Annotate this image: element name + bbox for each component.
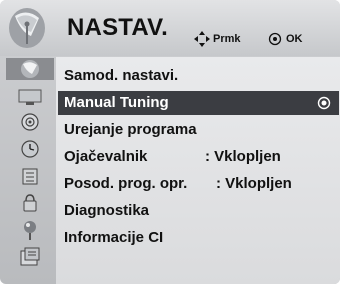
menu-item-diagnostics[interactable]: Diagnostika [64,199,334,223]
page-title: NASTAV. [67,14,168,41]
usb-icon[interactable] [10,219,50,241]
menu-header: NASTAV. Prmk OK [0,0,340,56]
menu-item-label: Ojačevalnik [64,148,148,165]
menu-item-label: Informacije CI [64,229,164,246]
category-sidebar [6,57,54,284]
move-hint-label: Prmk [213,33,241,45]
ok-hint-label: OK [286,33,303,45]
setup-menu: NASTAV. Prmk OK Samod. nastavi. Manual T… [0,0,340,284]
speaker-icon[interactable] [10,111,50,133]
menu-item-value: : Vklopljen [216,175,292,192]
menu-item-value: : Vklopljen [205,148,281,165]
menu-item-label: Urejanje programa [64,121,197,138]
clock-icon[interactable] [10,138,50,160]
selected-radio-icon [317,96,331,110]
satellite-dish-icon [21,60,39,78]
menu-item-ci-information[interactable]: Informacije CI [64,226,334,250]
menu-item-software-update[interactable]: Posod. prog. opr. : Vklopljen [64,172,334,196]
tv-screen-icon[interactable] [10,86,50,108]
network-icon[interactable] [10,246,50,268]
menu-item-manual-tuning[interactable]: Manual Tuning [58,91,339,115]
menu-item-program-edit[interactable]: Urejanje programa [64,118,334,142]
menu-item-auto-tuning[interactable]: Samod. nastavi. [64,64,334,88]
option-icon[interactable] [10,192,50,214]
menu-item-label: Manual Tuning [64,94,169,111]
menu-item-booster[interactable]: Ojačevalnik : Vklopljen [64,145,334,169]
direction-arrows-icon [194,31,210,47]
menu-item-label: Posod. prog. opr. [64,175,188,192]
menu-panel: Samod. nastavi. Manual Tuning Urejanje p… [56,57,340,284]
picture-setup-icon[interactable] [6,58,54,80]
menu-item-label: Diagnostika [64,202,150,219]
lock-icon[interactable] [10,165,50,187]
move-hint: Prmk [193,31,261,47]
ok-hint: OK [268,31,334,47]
menu-item-label: Samod. nastavi. [64,67,179,84]
ok-button-icon [268,32,282,46]
satellite-dish-icon [9,8,45,48]
